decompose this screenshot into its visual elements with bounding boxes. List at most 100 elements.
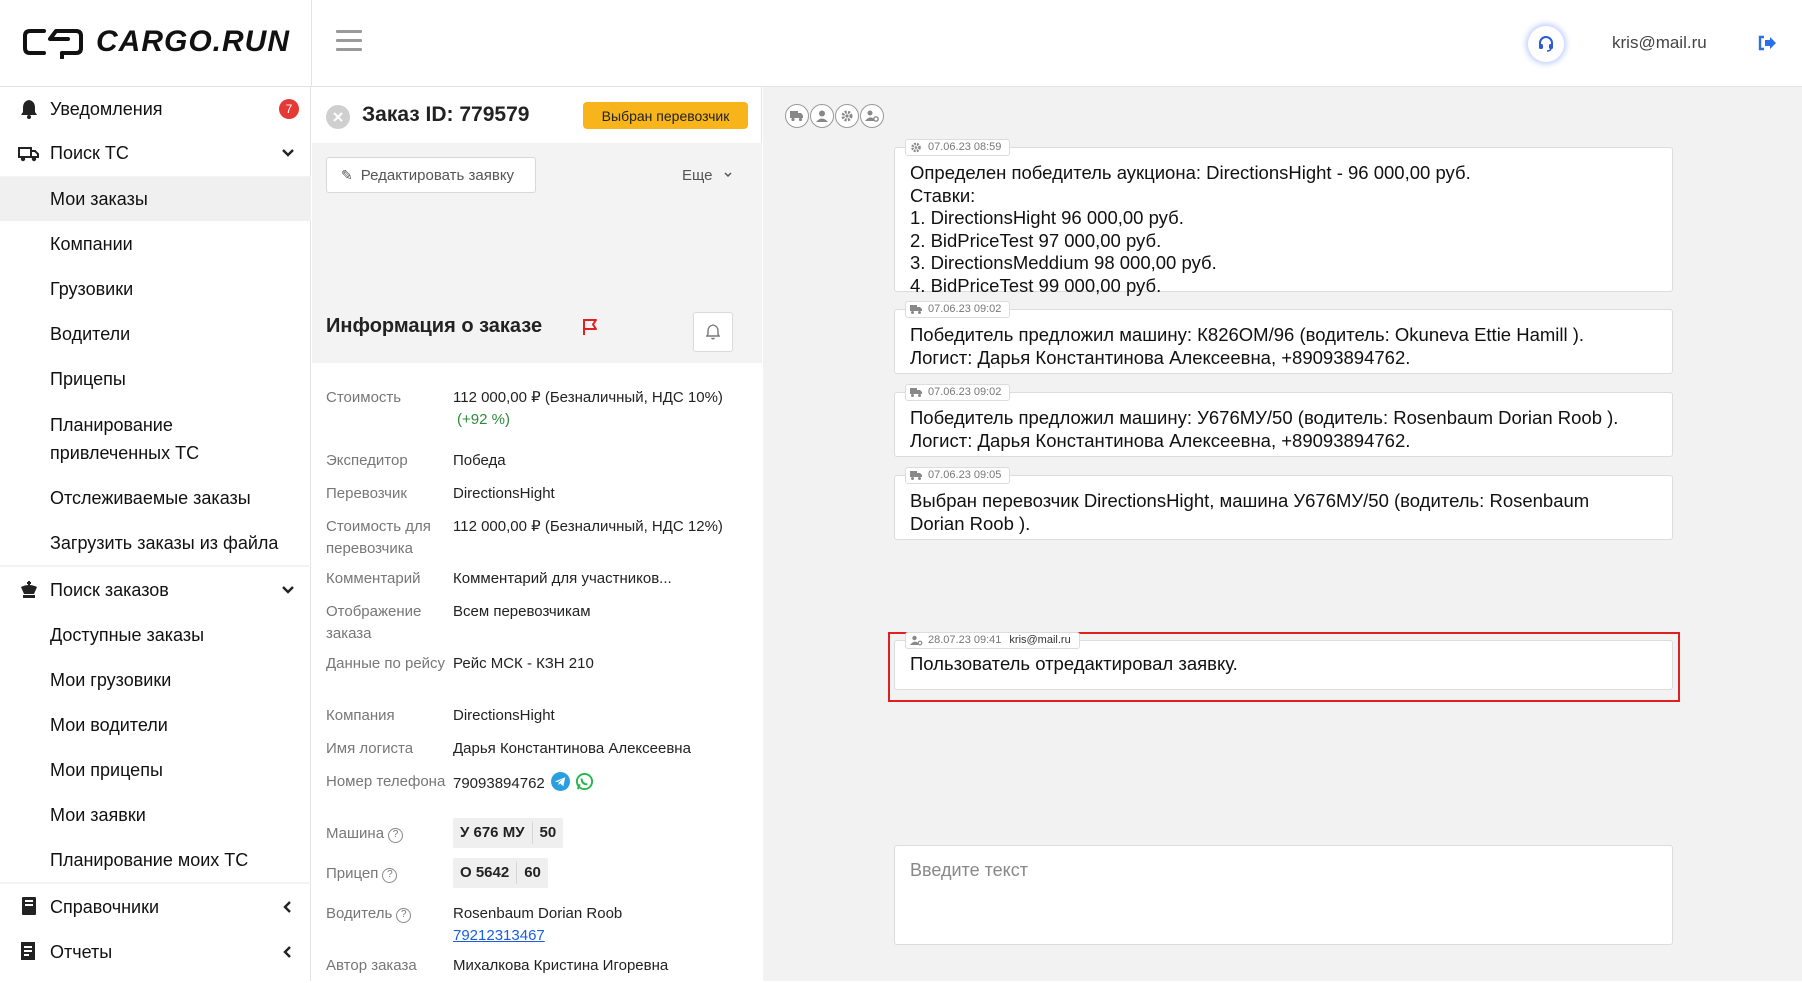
sidebar-item-my-drivers[interactable]: Мои водители [0,702,311,747]
truck-label-text: Машина [326,825,385,842]
user-email[interactable]: kris@mail.ru [1612,33,1707,53]
sidebar-item-my-orders[interactable]: Мои заказы [0,177,311,221]
filter-truck-icon[interactable] [785,104,809,128]
message-text: Победитель предложил машину: К826ОМ/96 (… [910,324,1585,368]
sidebar-item-label: Мои прицепы [50,760,163,780]
sidebar-item-label: Прицепы [50,369,126,389]
phone-value: 79093894762 [453,775,545,792]
filter-user-gear-icon[interactable] [860,104,884,128]
license-plate: О 5642 60 [453,858,548,888]
sidebar-item-planning-my-vehicles[interactable]: Планирование моих ТС [0,837,311,882]
close-icon[interactable] [326,105,350,129]
truck-plate: У 676 МУ 50 [453,818,753,848]
driver-value: Rosenbaum Dorian Roob 79212313467 [453,903,753,947]
truck-search-icon [18,143,40,165]
support-icon[interactable] [1528,26,1564,62]
sidebar-item-search-vehicles[interactable]: Поиск ТС [0,131,311,176]
message-text: Победитель предложил машину: У676МУ/50 (… [910,407,1619,451]
help-icon[interactable]: ? [388,828,404,843]
chevron-left-icon [283,946,291,958]
display-label: Отображение заказа [326,603,422,642]
more-dropdown[interactable]: Еще [682,167,733,184]
sidebar-item-my-trucks[interactable]: Мои грузовики [0,657,311,702]
forwarder-value: Победа [453,452,506,469]
sidebar-item-reports[interactable]: Отчеты [0,929,311,974]
sidebar-item-my-requests[interactable]: Мои заявки [0,792,311,837]
phone-label: Номер телефона [326,773,446,790]
driver-phone-link[interactable]: 79212313467 [453,925,753,947]
message-text: Выбран перевозчик DirectionsHight, машин… [910,490,1590,534]
history-message: 07.06.23 09:02 Победитель предложил маши… [894,301,1673,374]
trip-value: Рейс МСК - КЗН 210 [453,655,594,672]
report-icon [18,940,40,962]
sidebar-item-label: Мои заявки [50,805,146,825]
sidebar-item-label: Планирование привлеченных ТС [50,415,200,463]
more-label: Еще [682,167,713,184]
order-details-panel: Заказ ID: 779579 Выбран перевозчик ✎ Ред… [312,87,762,983]
message-time: 07.06.23 09:02 [928,303,1002,315]
sidebar-item-search-orders[interactable]: Поиск заказов [0,567,311,612]
sidebar-item-notifications[interactable]: Уведомления 7 [0,87,311,131]
order-title: Заказ ID: 779579 [362,103,530,126]
carrier-cost-label: Стоимость для перевозчика [326,518,431,557]
top-header: CARGO.RUN kris@mail.ru [0,0,1802,87]
menu-toggle-icon[interactable] [336,30,362,52]
history-message: 07.06.23 09:02 Победитель предложил маши… [894,384,1673,457]
sidebar-item-label: Поиск заказов [50,580,169,600]
message-time: 28.07.23 09:41 [928,634,1002,646]
sidebar-item-planning-attracted[interactable]: Планирование привлеченных ТС [0,401,311,475]
sidebar-item-trailers[interactable]: Прицепы [0,356,311,401]
sidebar-item-references[interactable]: Справочники [0,884,311,929]
message-meta: 07.06.23 09:02 [905,384,1011,401]
flag-icon[interactable] [580,317,600,337]
notifications-count-badge: 7 [279,99,299,119]
sidebar-item-label: Планирование моих ТС [50,850,249,870]
logout-icon[interactable] [1756,32,1778,54]
logo-mark-icon [23,29,83,59]
edit-request-label: Редактировать заявку [360,166,515,184]
subscribe-bell-button[interactable] [693,312,733,352]
sidebar-item-label: Уведомления [50,99,163,119]
bell-icon [706,324,720,340]
sidebar-item-my-trailers[interactable]: Мои прицепы [0,747,311,792]
history-message: 07.06.23 09:05 Выбран перевозчик Directi… [894,467,1673,540]
bell-icon [18,98,40,120]
sidebar: Уведомления 7 Поиск ТС Мои заказы Компан… [0,87,311,981]
sidebar-item-label: Водители [50,324,131,344]
company-label: Компания [326,707,395,724]
carrier-value: DirectionsHight [453,485,555,502]
help-icon[interactable]: ? [382,868,398,883]
carrier-label: Перевозчик [326,485,407,502]
driver-label: Водитель? [326,903,446,925]
pencil-icon: ✎ [341,166,353,183]
sidebar-item-available-orders[interactable]: Доступные заказы [0,612,311,657]
filter-user-icon[interactable] [810,104,834,128]
plate-region: 50 [531,822,564,844]
license-plate: У 676 МУ 50 [453,818,564,848]
cost-value: 112 000,00 ₽ (Безналичный, НДС 10%) (+92… [453,387,753,431]
sidebar-item-trucks[interactable]: Грузовики [0,266,311,311]
logo[interactable]: CARGO.RUN [22,22,290,62]
filter-gear-icon[interactable] [835,104,859,128]
sidebar-item-drivers[interactable]: Водители [0,311,311,356]
sidebar-item-label: Мои водители [50,715,168,735]
order-info-heading: Информация о заказе [326,315,543,337]
truck-label: Машина? [326,823,446,845]
whatsapp-icon[interactable] [575,772,594,791]
sidebar-item-companies[interactable]: Компании [0,221,311,266]
help-icon[interactable]: ? [396,908,412,923]
driver-label-text: Водитель [326,905,393,922]
sidebar-item-label: Отчеты [50,942,113,962]
telegram-icon[interactable] [550,771,570,791]
sidebar-item-label: Поиск ТС [50,143,129,163]
sidebar-item-tracked-orders[interactable]: Отслеживаемые заказы [0,475,311,520]
trailer-plate: О 5642 60 [453,858,753,888]
chess-king-icon [18,578,40,600]
sidebar-item-upload-orders[interactable]: Загрузить заказы из файла [0,520,311,565]
message-meta: 07.06.23 08:59 [905,139,1011,156]
sidebar-item-label: Грузовики [50,279,134,299]
message-time: 07.06.23 09:05 [928,469,1002,481]
edit-request-button[interactable]: ✎ Редактировать заявку [326,157,536,193]
message-time: 07.06.23 09:02 [928,386,1002,398]
message-input[interactable] [895,846,1672,944]
